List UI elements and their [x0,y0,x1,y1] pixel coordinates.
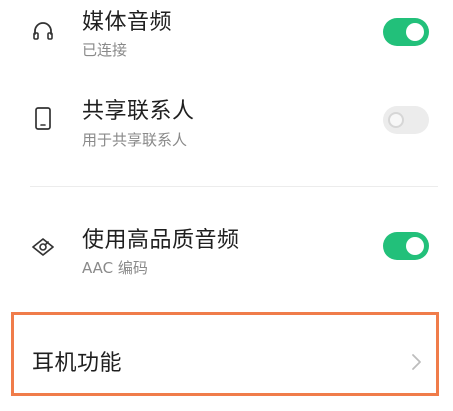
hq-audio-title: 使用高品质音频 [82,228,240,253]
section-divider [30,186,438,187]
phone-icon [30,106,56,132]
bluetooth-device-settings: 媒体音频 已连接 共享联系人 用于共享联系人 使用高品质音频 AAC 编码 耳机… [0,0,453,411]
chevron-right-icon [408,352,424,372]
hq-audio-codec: AAC 编码 [82,259,148,277]
toggle-knob [406,23,424,41]
setting-row-hq-audio[interactable]: 使用高品质音频 AAC 编码 [0,210,453,290]
headphones-icon [30,18,56,44]
toggle-knob [406,237,424,255]
setting-row-media-audio[interactable]: 媒体音频 已连接 [0,0,453,80]
contact-sharing-title: 共享联系人 [82,99,195,124]
earphone-functions-item[interactable]: 耳机功能 [11,312,439,396]
setting-row-contact-sharing[interactable]: 共享联系人 用于共享联系人 [0,90,453,170]
media-audio-status: 已连接 [82,41,128,59]
contact-sharing-description: 用于共享联系人 [82,131,188,149]
media-audio-toggle[interactable] [383,18,429,46]
media-audio-title: 媒体音频 [82,10,173,35]
hq-audio-icon [30,234,56,260]
hq-audio-toggle[interactable] [383,232,429,260]
earphone-functions-label: 耳机功能 [32,351,123,376]
contact-sharing-toggle[interactable] [383,106,429,134]
toggle-knob [388,112,404,128]
